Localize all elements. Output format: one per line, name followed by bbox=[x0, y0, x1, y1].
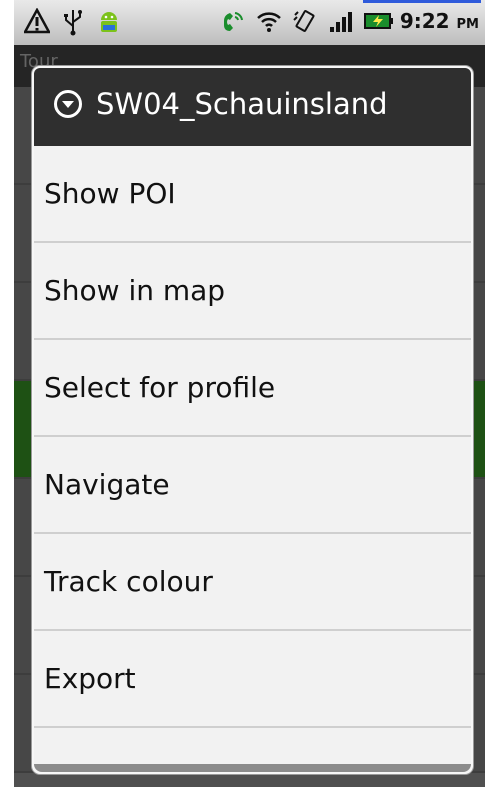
menu-item-label: Navigate bbox=[44, 468, 170, 501]
signal-icon bbox=[328, 7, 354, 35]
dialog-header: SW04_Schauinsland bbox=[34, 68, 471, 146]
device-screen: 9:22 PM Tour SW04_Schauinsland Show POI … bbox=[14, 0, 485, 787]
menu-item-show-in-map[interactable]: Show in map bbox=[34, 243, 471, 340]
battery-charging-icon bbox=[363, 7, 393, 35]
menu-item-label: Show POI bbox=[44, 177, 176, 210]
status-left-icons bbox=[22, 7, 122, 36]
menu-item-label: Select for profile bbox=[44, 371, 276, 404]
menu-item-navigate[interactable]: Navigate bbox=[34, 437, 471, 534]
wifi-icon bbox=[256, 7, 282, 35]
clock: 9:22 PM bbox=[399, 9, 479, 33]
menu-item-select-for-profile[interactable]: Select for profile bbox=[34, 340, 471, 437]
left-margin bbox=[0, 0, 14, 787]
menu-item-label: Show in map bbox=[44, 274, 226, 307]
top-edge-link bbox=[363, 0, 481, 3]
menu-item-export[interactable]: Export bbox=[34, 631, 471, 728]
status-bar: 9:22 PM bbox=[14, 0, 485, 45]
status-right-icons: 9:22 PM bbox=[220, 7, 479, 35]
menu-item-show-poi[interactable]: Show POI bbox=[34, 146, 471, 243]
menu-item-label: Track colour bbox=[44, 565, 213, 598]
usb-icon bbox=[60, 8, 86, 36]
phone-call-icon bbox=[220, 7, 246, 35]
warning-icon bbox=[22, 7, 52, 36]
android-icon bbox=[96, 8, 122, 36]
dialog-title: SW04_Schauinsland bbox=[96, 87, 388, 121]
menu-item-label: Export bbox=[44, 662, 136, 695]
chevron-down-circle-icon bbox=[54, 90, 82, 118]
context-menu-dialog: SW04_Schauinsland Show POI Show in map S… bbox=[32, 66, 473, 774]
menu-item-track-colour[interactable]: Track colour bbox=[34, 534, 471, 631]
context-menu: Show POI Show in map Select for profile … bbox=[34, 146, 471, 728]
scroll-indicator[interactable] bbox=[34, 764, 471, 772]
vibrate-icon bbox=[292, 7, 318, 35]
